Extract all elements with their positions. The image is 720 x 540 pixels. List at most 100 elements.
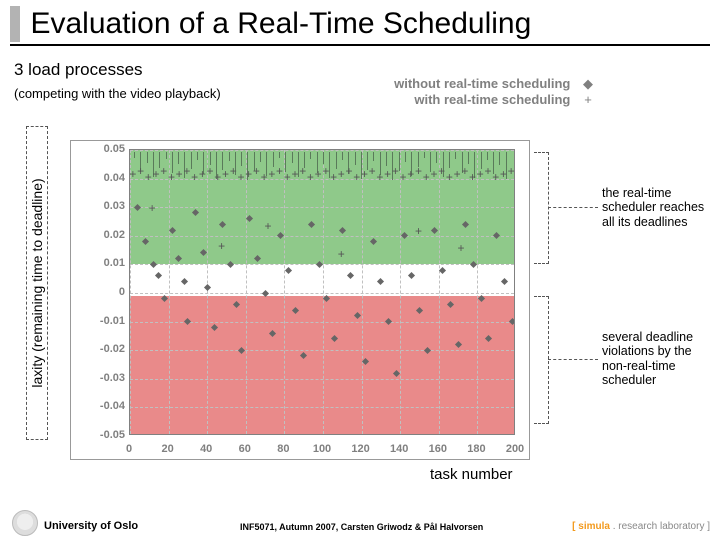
point-without-rt bbox=[301, 353, 306, 358]
spike bbox=[373, 152, 374, 161]
point-with-rt bbox=[459, 250, 464, 255]
point-without-rt bbox=[234, 302, 239, 307]
x-tick-label: 0 bbox=[126, 443, 132, 455]
point-with-rt bbox=[170, 179, 175, 184]
y-tick-label: 0.02 bbox=[71, 229, 125, 241]
spike bbox=[424, 152, 425, 158]
point-with-rt bbox=[147, 179, 152, 184]
negative-laxity-band bbox=[130, 296, 514, 435]
point-with-rt bbox=[456, 176, 461, 181]
point-without-rt bbox=[394, 371, 399, 376]
footer-lab-rest: . research laboratory ] bbox=[610, 521, 710, 532]
gridline-h bbox=[130, 293, 514, 294]
point-with-rt bbox=[201, 176, 206, 181]
point-without-rt bbox=[317, 262, 322, 267]
legend-label-without: without real-time scheduling bbox=[394, 76, 570, 91]
gridline-v bbox=[130, 150, 131, 434]
university-crest-icon bbox=[12, 510, 38, 536]
x-tick-label: 180 bbox=[467, 443, 485, 455]
point-with-rt bbox=[425, 179, 430, 184]
point-with-rt bbox=[432, 176, 437, 181]
point-without-rt bbox=[220, 222, 225, 227]
spike bbox=[323, 152, 324, 164]
point-with-rt bbox=[239, 179, 244, 184]
point-with-rt bbox=[486, 173, 491, 178]
point-with-rt bbox=[178, 176, 183, 181]
point-with-rt bbox=[378, 179, 383, 184]
point-with-rt bbox=[232, 173, 237, 178]
gridline-h bbox=[130, 350, 514, 351]
x-tick-label: 40 bbox=[200, 443, 212, 455]
point-with-rt bbox=[417, 173, 422, 178]
title-accent-bar bbox=[10, 6, 20, 42]
y-tick-label: 0.01 bbox=[71, 257, 125, 269]
footer-university: University of Oslo bbox=[44, 520, 138, 532]
y-tick-label: 0 bbox=[71, 286, 125, 298]
gridline-v bbox=[246, 150, 247, 434]
legend-row-without: without real-time scheduling ◆ bbox=[394, 76, 602, 92]
point-with-rt bbox=[409, 176, 414, 181]
brace-lead-bottom bbox=[548, 359, 598, 360]
point-without-rt bbox=[340, 228, 345, 233]
subheading: 3 load processes bbox=[14, 60, 143, 80]
point-without-rt bbox=[332, 336, 337, 341]
point-with-rt bbox=[417, 233, 422, 238]
gridline-h bbox=[130, 379, 514, 380]
point-without-rt bbox=[247, 216, 252, 221]
spike bbox=[197, 152, 198, 160]
x-tick-label: 60 bbox=[239, 443, 251, 455]
point-with-rt bbox=[471, 179, 476, 184]
legend-label-with: with real-time scheduling bbox=[414, 92, 570, 107]
point-without-rt bbox=[135, 205, 140, 210]
point-with-rt bbox=[317, 176, 322, 181]
point-with-rt bbox=[151, 210, 156, 215]
point-without-rt bbox=[293, 308, 298, 313]
gridline-v bbox=[169, 150, 170, 434]
spike bbox=[147, 152, 148, 163]
spike bbox=[310, 152, 311, 159]
gridline-h bbox=[130, 236, 514, 237]
y-tick-label: -0.01 bbox=[71, 315, 125, 327]
point-without-rt bbox=[270, 331, 275, 336]
point-without-rt bbox=[205, 285, 210, 290]
point-with-rt bbox=[340, 176, 345, 181]
point-with-rt bbox=[131, 176, 136, 181]
point-with-rt bbox=[155, 176, 160, 181]
point-without-rt bbox=[176, 256, 181, 261]
point-without-rt bbox=[402, 233, 407, 238]
x-tick-label: 80 bbox=[277, 443, 289, 455]
point-with-rt bbox=[278, 173, 283, 178]
chart-frame: 0.050.040.030.020.010-0.01-0.02-0.03-0.0… bbox=[70, 140, 530, 460]
y-tick-label: -0.05 bbox=[71, 429, 125, 441]
gridline-v bbox=[284, 150, 285, 434]
point-without-rt bbox=[355, 313, 360, 318]
spike bbox=[499, 152, 500, 165]
point-with-rt bbox=[224, 176, 229, 181]
point-without-rt bbox=[201, 250, 206, 255]
brace-bottom bbox=[534, 296, 549, 424]
gridline-v bbox=[477, 150, 478, 434]
x-tick-label: 120 bbox=[351, 443, 369, 455]
spike bbox=[260, 152, 261, 162]
point-with-rt bbox=[463, 173, 468, 178]
point-without-rt bbox=[228, 262, 233, 267]
point-without-rt bbox=[212, 325, 217, 330]
point-without-rt bbox=[278, 233, 283, 238]
spike bbox=[449, 152, 450, 168]
point-without-rt bbox=[162, 296, 167, 301]
spike bbox=[386, 152, 387, 166]
spike bbox=[166, 152, 167, 159]
x-tick-label: 160 bbox=[429, 443, 447, 455]
y-axis-label: laxity (remaining time to deadline) bbox=[26, 126, 48, 440]
point-with-rt bbox=[386, 176, 391, 181]
spike bbox=[436, 152, 437, 163]
point-without-rt bbox=[151, 262, 156, 267]
point-with-rt bbox=[363, 176, 368, 181]
point-without-rt bbox=[156, 273, 161, 278]
spike bbox=[191, 152, 192, 169]
spike bbox=[405, 152, 406, 162]
point-with-rt bbox=[220, 248, 225, 253]
point-without-rt bbox=[378, 279, 383, 284]
point-with-rt bbox=[494, 179, 499, 184]
point-with-rt bbox=[479, 176, 484, 181]
